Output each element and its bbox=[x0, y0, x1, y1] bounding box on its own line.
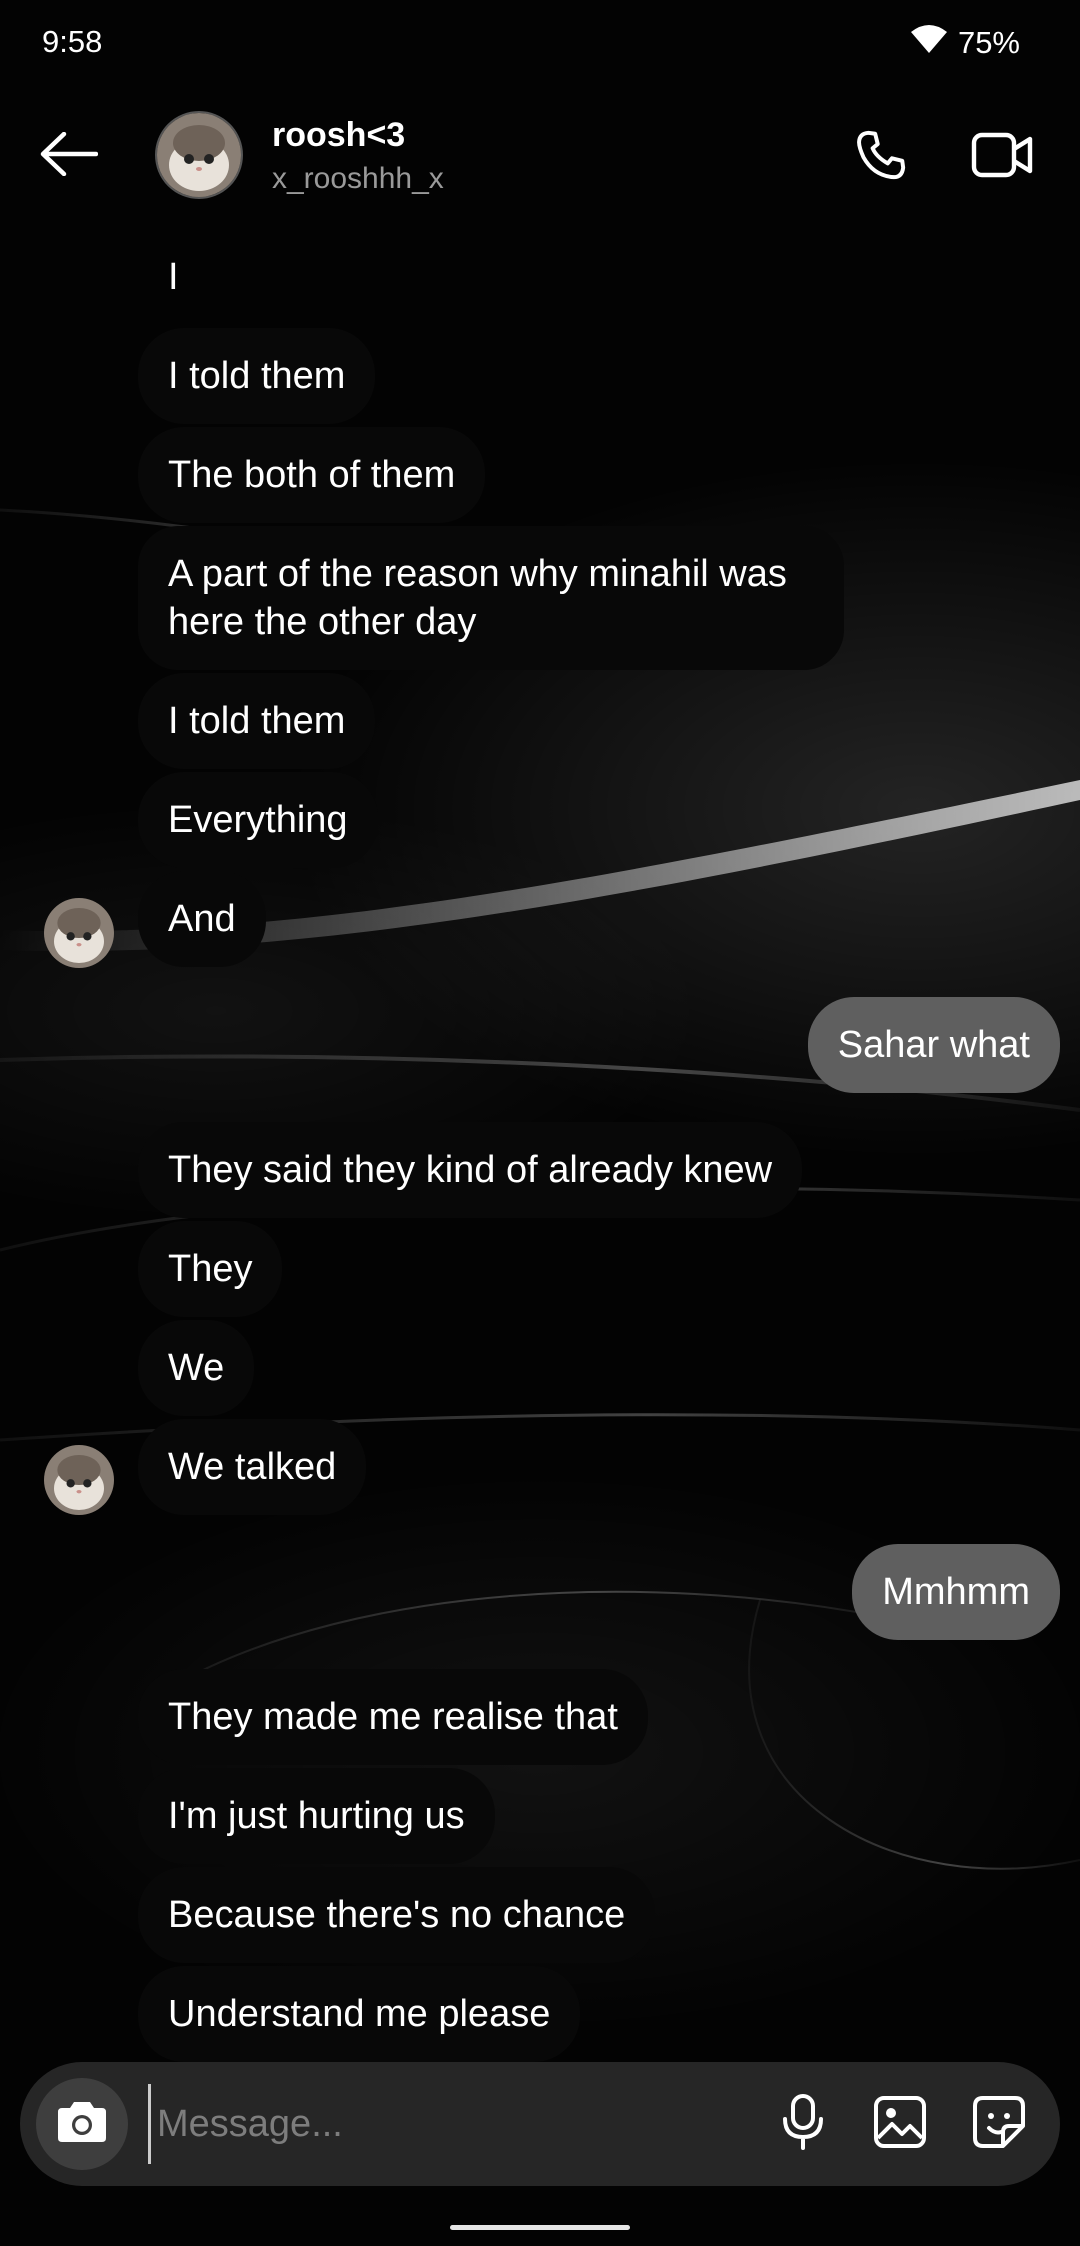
chat-header: roosh<3 x_rooshhh_x bbox=[0, 96, 1080, 216]
message-composer bbox=[20, 2062, 1060, 2186]
message-text: Everything bbox=[168, 799, 348, 841]
message-text: They made me realise that bbox=[168, 1696, 618, 1738]
message-bubble-incoming[interactable]: Because there's no chance bbox=[138, 1867, 656, 1963]
message-text: And bbox=[168, 898, 236, 940]
message-bubble-incoming[interactable]: The both of them bbox=[138, 427, 486, 523]
message-bubble-incoming[interactable]: They bbox=[138, 1221, 283, 1317]
message-text: They said they kind of already knew bbox=[168, 1149, 773, 1191]
message-bubble-incoming[interactable]: I'm just hurting us bbox=[138, 1768, 495, 1864]
message-bubble-incoming[interactable]: And bbox=[138, 871, 266, 967]
contact-name[interactable]: roosh<3 bbox=[272, 116, 405, 155]
sender-avatar[interactable] bbox=[44, 898, 114, 968]
message-text: A part of the reason why minahil was her… bbox=[168, 553, 787, 643]
video-call-button[interactable] bbox=[962, 122, 1042, 192]
gallery-button[interactable] bbox=[865, 2089, 935, 2159]
status-indicators: 75% bbox=[910, 24, 1020, 62]
message-bubble-incoming[interactable]: A part of the reason why minahil was her… bbox=[138, 526, 844, 670]
message-bubble-incoming[interactable]: I told them bbox=[138, 328, 376, 424]
voice-message-button[interactable] bbox=[768, 2089, 838, 2159]
message-bubble-incoming[interactable]: We talked bbox=[138, 1419, 367, 1515]
phone-icon bbox=[853, 127, 909, 188]
arrow-left-icon bbox=[40, 131, 99, 181]
message-text: They bbox=[168, 1248, 253, 1290]
wifi-icon bbox=[910, 24, 948, 62]
home-indicator[interactable] bbox=[450, 2225, 630, 2230]
message-bubble-incoming[interactable]: We bbox=[138, 1320, 255, 1416]
back-button[interactable] bbox=[34, 124, 104, 188]
status-bar: 9:58 75% bbox=[0, 0, 1080, 84]
message-text: Understand me please bbox=[168, 1993, 551, 2035]
message-text: We bbox=[168, 1347, 225, 1389]
battery-percentage: 75% bbox=[957, 25, 1020, 60]
message-text: Sahar what bbox=[837, 1024, 1030, 1066]
microphone-icon bbox=[781, 2093, 825, 2156]
video-camera-icon bbox=[970, 129, 1034, 186]
message-text: I'm just hurting us bbox=[168, 1795, 465, 1837]
message-text: I told them bbox=[168, 355, 346, 397]
message-bubble-incoming[interactable]: I told them bbox=[138, 673, 376, 769]
message-text: Because there's no chance bbox=[168, 1894, 626, 1936]
camera-button[interactable] bbox=[36, 2078, 128, 2170]
contact-avatar[interactable] bbox=[155, 111, 243, 199]
sticker-button[interactable] bbox=[964, 2089, 1034, 2159]
message-bubble-incoming[interactable]: They said they kind of already knew bbox=[138, 1122, 803, 1218]
image-icon bbox=[872, 2094, 928, 2155]
camera-icon bbox=[54, 2098, 110, 2151]
status-time: 9:58 bbox=[42, 24, 103, 59]
message-text: We talked bbox=[168, 1446, 337, 1488]
message-bubble-incoming[interactable]: They made me realise that bbox=[138, 1669, 648, 1765]
message-bubble-incoming[interactable]: Everything bbox=[138, 772, 378, 868]
message-text: I told them bbox=[168, 700, 346, 742]
message-text: The both of them bbox=[168, 454, 456, 496]
message-text: Mmhmm bbox=[882, 1571, 1030, 1613]
sender-avatar[interactable] bbox=[44, 1445, 114, 1515]
message-bubble-outgoing[interactable]: Mmhmm bbox=[852, 1544, 1060, 1640]
sticker-icon bbox=[971, 2094, 1027, 2155]
voice-call-button[interactable] bbox=[846, 122, 916, 192]
message-input[interactable] bbox=[148, 2084, 748, 2164]
message-bubble-incoming[interactable]: Understand me please bbox=[138, 1966, 581, 2062]
message-bubble-incoming[interactable]: I bbox=[138, 247, 209, 307]
message-bubble-outgoing[interactable]: Sahar what bbox=[807, 997, 1060, 1093]
message-text: I bbox=[168, 256, 179, 298]
contact-username[interactable]: x_rooshhh_x bbox=[272, 162, 444, 196]
